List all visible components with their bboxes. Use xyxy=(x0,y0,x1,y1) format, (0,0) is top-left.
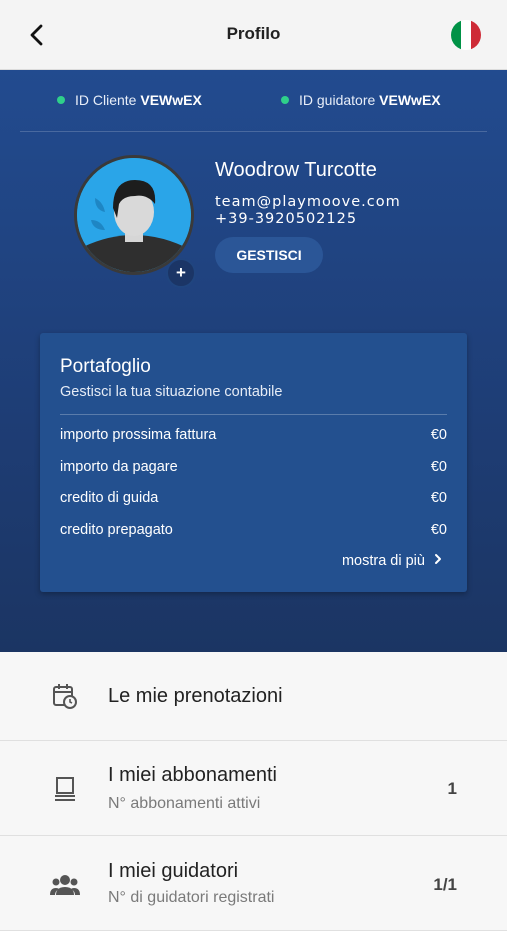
show-more-link[interactable]: mostra di più xyxy=(342,553,443,569)
wallet-subtitle: Gestisci la tua situazione contabile xyxy=(60,384,283,400)
wallet-row-value: €0 xyxy=(430,522,447,538)
user-email: team@playmoove.com xyxy=(215,194,401,210)
client-id-label: ID Cliente xyxy=(75,92,137,108)
client-id-value: VEWwEX xyxy=(140,92,202,108)
top-bar: Profilo xyxy=(0,0,507,70)
status-dot-icon xyxy=(57,96,65,104)
wallet-row: importo prossima fattura €0 xyxy=(60,427,447,447)
menu-item-bookings[interactable]: Le mie prenotazioni xyxy=(0,652,507,741)
driver-id-label: ID guidatore xyxy=(299,92,376,108)
avatar-image xyxy=(74,155,194,275)
add-photo-button[interactable]: + xyxy=(166,258,196,288)
menu-item-label: I miei abbonamenti xyxy=(108,764,277,786)
driver-id-value: VEWwEX xyxy=(379,92,441,108)
wallet-row: importo da pagare €0 xyxy=(60,459,447,479)
divider xyxy=(20,131,487,132)
wallet-title: Portafoglio xyxy=(60,356,151,377)
show-more-label: mostra di più xyxy=(341,553,425,569)
chevron-right-icon xyxy=(435,554,441,564)
wallet-row-label: credito prepagato xyxy=(60,522,173,538)
menu-item-subscriptions[interactable]: I miei abbonamenti N° abbonamenti attivi… xyxy=(0,741,507,836)
wallet-row-label: credito di guida xyxy=(60,490,159,506)
menu-item-label: I miei guidatori xyxy=(108,860,239,882)
avatar[interactable]: + xyxy=(74,155,196,288)
user-phone: +39-3920502125 xyxy=(215,211,358,227)
wallet-row-value: €0 xyxy=(430,459,447,475)
client-id: ID Cliente VEWwEX xyxy=(57,92,202,108)
page-title: Profilo xyxy=(226,24,281,43)
menu-item-label: Le mie prenotazioni xyxy=(108,685,283,707)
menu-item-drivers[interactable]: I miei guidatori N° di guidatori registr… xyxy=(0,836,507,931)
id-bar: ID Cliente VEWwEX ID guidatore VEWwEX xyxy=(0,92,507,112)
person-icon xyxy=(77,158,191,272)
subscription-icon xyxy=(50,774,80,804)
status-dot-icon xyxy=(281,96,289,104)
user-name: Woodrow Turcotte xyxy=(215,159,377,181)
wallet-row: credito di guida €0 xyxy=(60,490,447,510)
divider xyxy=(60,414,447,415)
wallet-card: Portafoglio Gestisci la tua situazione c… xyxy=(40,333,467,592)
wallet-row: credito prepagato €0 xyxy=(60,522,447,542)
subscription-count: 1 xyxy=(447,779,457,798)
profile-hero: ID Cliente VEWwEX ID guidatore VEWwEX + … xyxy=(0,70,507,652)
group-icon xyxy=(50,870,80,900)
wallet-row-value: €0 xyxy=(430,427,447,443)
calendar-clock-icon xyxy=(50,681,80,711)
manage-button[interactable]: GESTISCI xyxy=(215,237,323,273)
menu-item-sublabel: N° di guidatori registrati xyxy=(108,889,275,906)
menu-item-sublabel: N° abbonamenti attivi xyxy=(108,795,261,812)
language-flag-icon[interactable] xyxy=(451,20,481,50)
driver-count: 1/1 xyxy=(433,875,457,894)
wallet-row-value: €0 xyxy=(430,490,447,506)
driver-id: ID guidatore VEWwEX xyxy=(281,92,441,108)
wallet-row-label: importo da pagare xyxy=(60,459,178,475)
wallet-row-label: importo prossima fattura xyxy=(60,427,217,443)
